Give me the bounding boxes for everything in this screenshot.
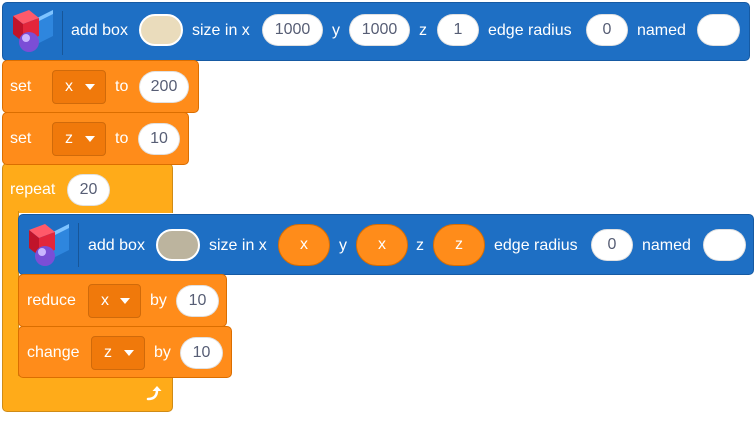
variable-dropdown-value: x [101, 292, 109, 309]
edge-radius-label: edge radius [488, 22, 572, 39]
variable-dropdown[interactable]: z [52, 122, 106, 156]
named-label: named [637, 22, 686, 39]
reduce-label: reduce [27, 292, 76, 309]
change-value-input[interactable]: 10 [180, 337, 223, 369]
chevron-down-icon [85, 84, 95, 90]
extension-separator [78, 223, 79, 267]
by-label: by [154, 344, 171, 361]
chevron-down-icon [120, 298, 130, 304]
color-swatch[interactable] [139, 14, 183, 46]
loop-arrow-icon [143, 384, 163, 408]
set-value-input[interactable]: 200 [139, 71, 189, 103]
variable-dropdown[interactable]: z [91, 336, 145, 370]
edge-radius-label: edge radius [494, 237, 578, 254]
edge-radius-input[interactable]: 0 [586, 14, 628, 46]
repeat-block-arm [2, 211, 19, 381]
repeat-count-input[interactable]: 20 [67, 174, 110, 206]
set-label: set [10, 130, 32, 147]
named-input[interactable] [697, 14, 740, 46]
add-box-label: add box [88, 237, 145, 254]
chevron-down-icon [124, 350, 134, 356]
add-box-label: add box [71, 22, 128, 39]
by-label: by [150, 292, 167, 309]
z-label: z [419, 22, 427, 39]
size-x-variable-reporter[interactable]: x [278, 224, 330, 266]
z-label: z [416, 237, 424, 254]
named-input[interactable] [703, 229, 746, 261]
size-z-variable-reporter[interactable]: z [433, 224, 485, 266]
variable-dropdown-value: z [104, 344, 112, 361]
size-x-input[interactable]: 1000 [262, 14, 323, 46]
set-label: set [10, 78, 32, 95]
to-label: to [115, 130, 129, 147]
3d-shapes-extension-icon [9, 6, 57, 61]
y-label: y [332, 22, 340, 39]
size-in-x-label: size in x [209, 237, 267, 254]
color-swatch[interactable] [156, 229, 200, 261]
size-in-x-label: size in x [192, 22, 250, 39]
variable-dropdown-value: z [65, 130, 73, 147]
extension-separator [62, 11, 63, 55]
size-y-input[interactable]: 1000 [349, 14, 410, 46]
size-z-input[interactable]: 1 [437, 14, 479, 46]
size-y-variable-reporter[interactable]: x [356, 224, 408, 266]
named-label: named [642, 237, 691, 254]
edge-radius-input[interactable]: 0 [591, 229, 633, 261]
script-area: repeat 20 add box size in x 1000 y 1000 … [0, 0, 755, 421]
repeat-label: repeat [10, 181, 56, 198]
change-label: change [27, 344, 80, 361]
reduce-value-input[interactable]: 10 [176, 285, 219, 317]
variable-dropdown-value: x [65, 78, 73, 95]
3d-shapes-extension-icon [25, 220, 73, 275]
y-label: y [339, 237, 347, 254]
set-value-input[interactable]: 10 [138, 123, 180, 155]
variable-dropdown[interactable]: x [52, 70, 106, 104]
variable-dropdown[interactable]: x [88, 284, 141, 318]
to-label: to [115, 78, 129, 95]
chevron-down-icon [85, 136, 95, 142]
